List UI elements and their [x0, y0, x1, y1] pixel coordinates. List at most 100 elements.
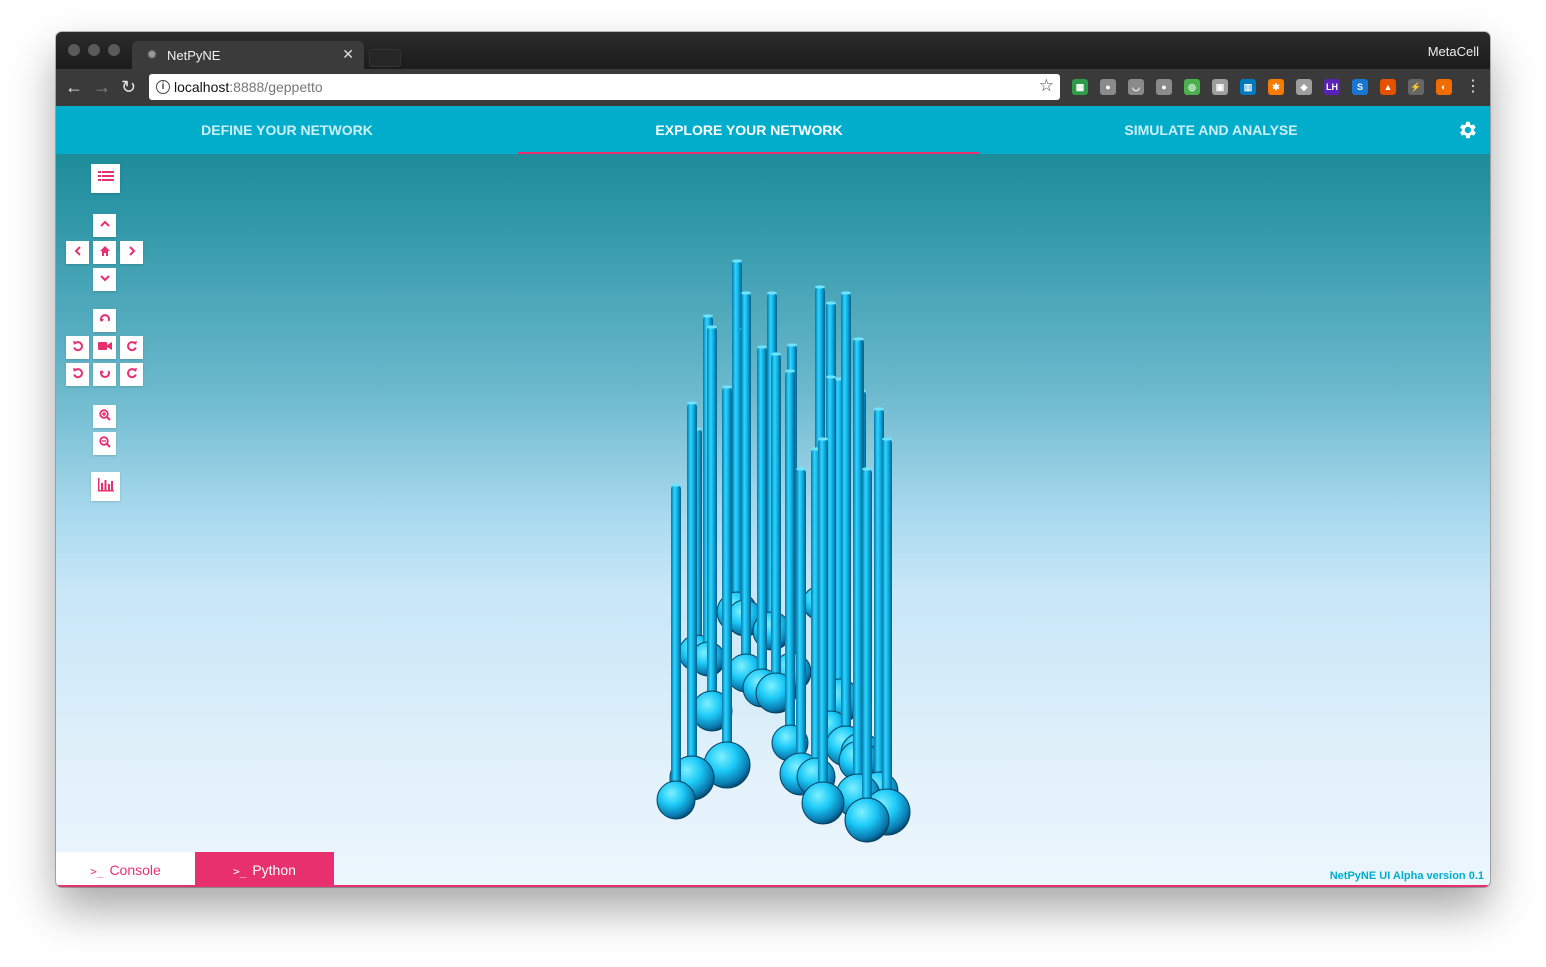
netpyne-favicon-icon: ✹: [146, 47, 158, 62]
zoom-out-button[interactable]: [93, 432, 116, 455]
tab-explore-network[interactable]: EXPLORE YOUR NETWORK: [518, 106, 980, 154]
neuron-dendrite[interactable]: [741, 292, 751, 673]
neuron-dendrite-tip: [707, 325, 717, 329]
browser-tab[interactable]: ✹ NetPyNE ✕: [132, 41, 364, 69]
settings-gear-icon[interactable]: [1456, 119, 1478, 141]
neuron-dendrite[interactable]: [882, 438, 892, 812]
rotate-down-icon: [99, 370, 110, 378]
neuron-dendrite[interactable]: [707, 326, 717, 711]
neuron-dendrite-tip: [796, 467, 806, 471]
neuron-dendrite-tip: [703, 314, 713, 318]
tab-simulate-analyse[interactable]: SIMULATE AND ANALYSE: [980, 106, 1442, 154]
close-window-button[interactable]: [68, 44, 80, 56]
pan-up-button[interactable]: [93, 214, 116, 237]
onepassword-ext-icon[interactable]: ●: [1100, 79, 1116, 95]
site-info-icon[interactable]: i: [156, 80, 170, 94]
tab-define-label: DEFINE YOUR NETWORK: [201, 122, 373, 138]
firefox-ext-icon[interactable]: ◐: [1436, 79, 1452, 95]
neuron-soma[interactable]: [656, 780, 696, 820]
chevron-left-icon: [74, 246, 81, 256]
screenshot-ext-icon[interactable]: ◎: [1184, 79, 1200, 95]
close-tab-icon[interactable]: ✕: [342, 46, 354, 63]
python-label: Python: [252, 862, 296, 878]
active-tab-indicator: [518, 152, 980, 154]
neuron-dendrite-tip: [767, 291, 777, 295]
profile-name[interactable]: MetaCell: [1428, 44, 1479, 59]
browser-menu-icon[interactable]: ⋮: [1465, 77, 1481, 97]
neuron-dendrite-tip: [732, 259, 742, 263]
neuron-dendrite-tip: [826, 375, 836, 379]
rotate-up-button[interactable]: [93, 309, 116, 332]
forward-arrow-icon[interactable]: →: [93, 77, 111, 97]
trello-ext-icon[interactable]: ▥: [1240, 79, 1256, 95]
neuron-dendrite-tip: [757, 345, 767, 349]
neuron-dendrite[interactable]: [796, 468, 806, 774]
rotate-down-button[interactable]: [93, 363, 116, 386]
pan-right-button[interactable]: [120, 241, 143, 264]
neuron-dendrite-tip: [787, 343, 797, 347]
reload-icon[interactable]: ↻: [121, 77, 136, 97]
tab-simulate-label: SIMULATE AND ANALYSE: [1124, 122, 1298, 138]
metamask-ext-icon[interactable]: ▲: [1380, 79, 1396, 95]
tab-define-network[interactable]: DEFINE YOUR NETWORK: [56, 106, 518, 154]
pan-left-button[interactable]: [66, 241, 89, 264]
rotate-cw-icon: [126, 341, 137, 352]
neuron-dendrite[interactable]: [671, 484, 681, 800]
lighthouse-ext-icon[interactable]: LH: [1324, 79, 1340, 95]
rotate-z-cw-button[interactable]: [120, 363, 143, 386]
url-text: localhost:8888/geppetto: [174, 79, 323, 95]
neuron-dendrite[interactable]: [853, 338, 863, 796]
postman-ext-icon[interactable]: ◆: [1296, 79, 1312, 95]
pan-down-button[interactable]: [93, 268, 116, 291]
neuron-dendrite-tip: [771, 352, 781, 356]
list-icon: [97, 171, 114, 181]
neuron-dendrite[interactable]: [687, 402, 697, 778]
minimize-window-button[interactable]: [88, 44, 100, 56]
neuron-dendrite-tip: [741, 291, 751, 295]
rotate-left-button[interactable]: [66, 336, 89, 359]
neuron-dendrite[interactable]: [862, 468, 872, 820]
new-tab-button[interactable]: [369, 49, 401, 67]
neuron-dendrite[interactable]: [785, 370, 795, 743]
bar-chart-icon: [97, 478, 114, 492]
zoom-out-icon: [98, 436, 111, 448]
google-sheets-ext-icon[interactable]: ▦: [1072, 79, 1088, 95]
neuron-soma[interactable]: [844, 797, 890, 843]
url-path: :8888/geppetto: [229, 79, 323, 95]
neuron-dendrite-tip: [722, 385, 732, 389]
neuron-dendrite[interactable]: [818, 438, 828, 803]
zoom-window-button[interactable]: [108, 44, 120, 56]
rotate-right-button[interactable]: [120, 336, 143, 359]
pocket-ext-icon[interactable]: ◡: [1128, 79, 1144, 95]
address-bar[interactable]: i localhost:8888/geppetto ☆: [149, 74, 1060, 100]
neuron-soma[interactable]: [801, 781, 845, 825]
network-3d-view[interactable]: [56, 106, 1490, 887]
reset-camera-button[interactable]: [93, 336, 116, 359]
lightning-ext-icon[interactable]: ⚡: [1408, 79, 1424, 95]
neuron-dendrite-tip: [874, 407, 884, 411]
console-tab[interactable]: >_ Console: [56, 852, 195, 885]
back-arrow-icon[interactable]: ←: [65, 77, 83, 97]
rotate-z-ccw-button[interactable]: [66, 363, 89, 386]
hubspot-ext-icon[interactable]: ✱: [1268, 79, 1284, 95]
browser-toolbar: ← → ↻ i localhost:8888/geppetto ☆ ▦ ● ◡ ● ◎ ▣…: [56, 69, 1490, 106]
ghost-ext-icon[interactable]: ●: [1156, 79, 1172, 95]
pan-home-button[interactable]: [93, 241, 116, 264]
evernote-ext-icon[interactable]: ▣: [1212, 79, 1228, 95]
neuron-dendrite[interactable]: [722, 386, 732, 765]
plot-button[interactable]: [91, 472, 120, 501]
zoom-in-button[interactable]: [93, 405, 116, 428]
url-host: localhost: [174, 79, 230, 95]
neuron-dendrite[interactable]: [757, 346, 767, 688]
skype-ext-icon[interactable]: S: [1352, 79, 1368, 95]
neuron-dendrite[interactable]: [771, 353, 781, 693]
video-camera-icon: [97, 342, 112, 350]
bookmark-star-icon[interactable]: ☆: [1039, 76, 1054, 96]
rotate-up-icon: [99, 314, 110, 322]
control-panel-list-button[interactable]: [91, 164, 120, 193]
python-tab[interactable]: >_ Python: [195, 852, 334, 885]
chevron-right-icon: [128, 246, 135, 256]
neuron-dendrite-tip: [841, 291, 851, 295]
console-label: Console: [109, 862, 161, 878]
neuron-dendrite[interactable]: [841, 292, 851, 746]
